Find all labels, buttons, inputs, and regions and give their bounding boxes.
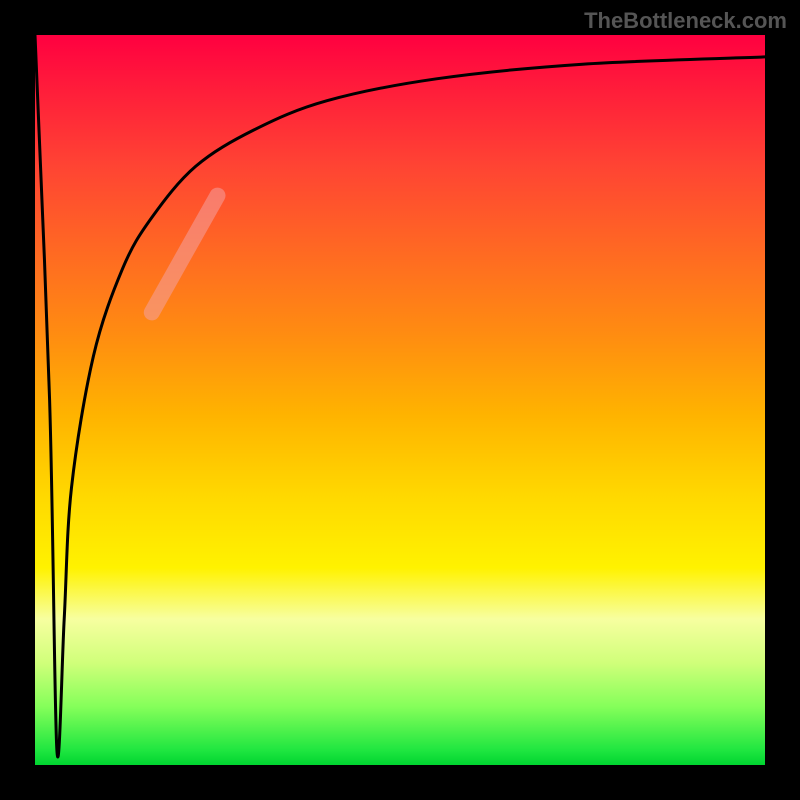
watermark-text: TheBottleneck.com — [584, 8, 787, 34]
chart-frame: TheBottleneck.com — [0, 0, 800, 800]
bottleneck-curve — [35, 35, 765, 757]
plot-area — [35, 35, 765, 765]
highlight-segment — [152, 196, 218, 313]
curve-layer — [35, 35, 765, 765]
